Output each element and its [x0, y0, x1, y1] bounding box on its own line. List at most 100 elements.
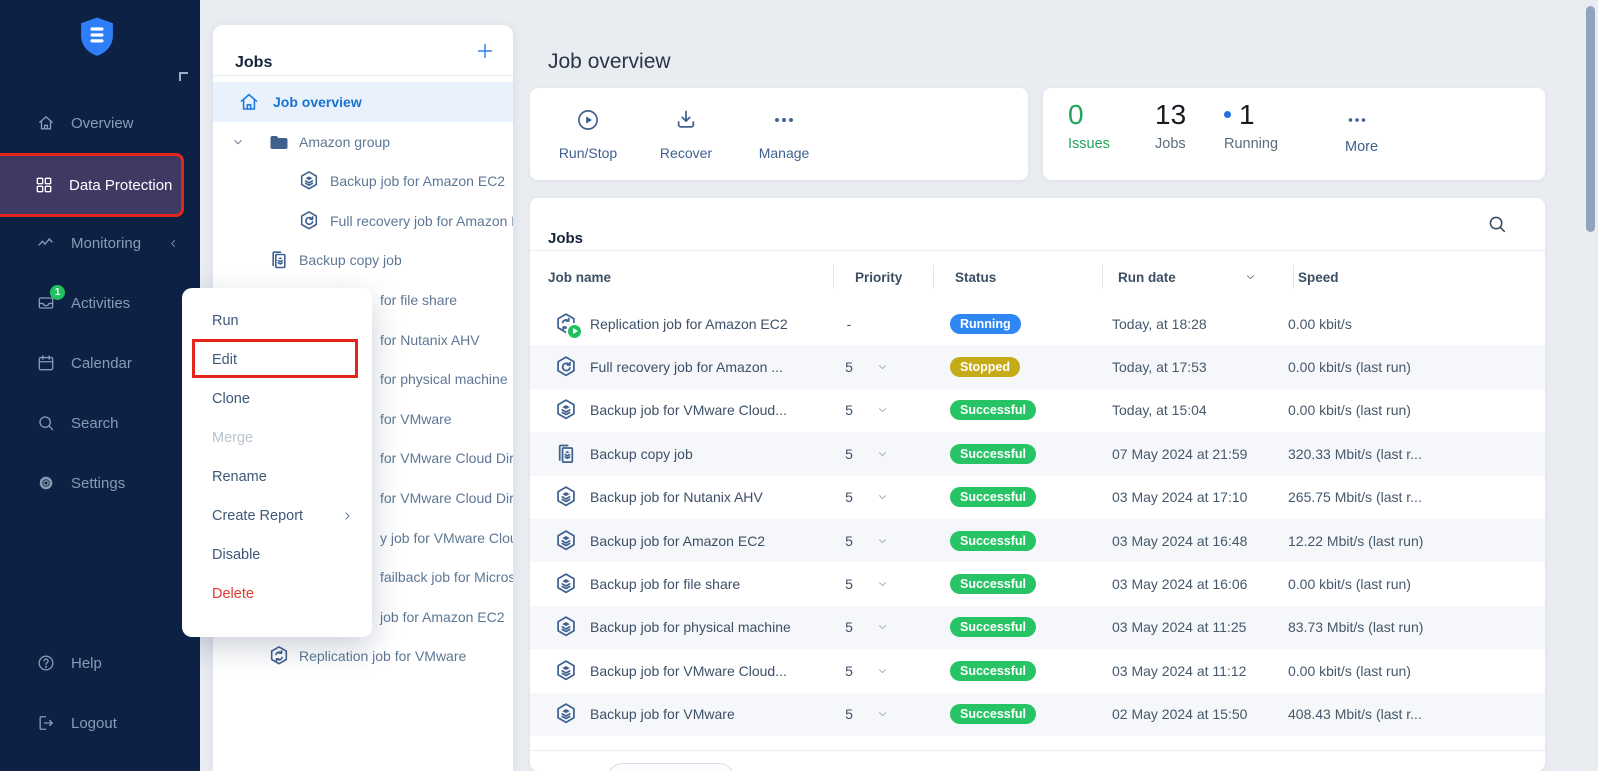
backup-icon-wrap: [297, 169, 321, 193]
sidebar-item-settings[interactable]: Settings: [0, 461, 200, 505]
table-row-backup-job-for-physical-machine[interactable]: Backup job for physical machine5Successf…: [530, 606, 1545, 649]
table-row-replication-job-for-amazon-ec2[interactable]: Replication job for Amazon EC2-RunningTo…: [530, 302, 1545, 345]
priority-value: 5: [835, 619, 863, 635]
stat-more[interactable]: More: [1345, 88, 1378, 180]
tree-item-label: Backup job for Amazon EC2: [330, 173, 505, 189]
manage-button[interactable]: Manage: [750, 107, 818, 161]
replication-icon-wrap: [267, 644, 291, 668]
menu-item-label: Delete: [212, 586, 254, 602]
table-row-backup-job-for-amazon-ec2[interactable]: Backup job for Amazon EC25Successful03 M…: [530, 519, 1545, 562]
sidebar-item-monitoring[interactable]: Monitoring: [0, 221, 200, 265]
priority-dropdown-chevron-icon[interactable]: [876, 708, 889, 721]
stat-label: Running: [1224, 136, 1278, 152]
tree-item-amazon-group[interactable]: Amazon group: [213, 122, 513, 162]
table-row-backup-job-for-file-share[interactable]: Backup job for file share5Successful03 M…: [530, 562, 1545, 605]
priority-dropdown-chevron-icon[interactable]: [876, 621, 889, 634]
sidebar-item-logout[interactable]: Logout: [0, 701, 200, 745]
stat-label: Jobs: [1155, 136, 1186, 152]
chev-down-icon: [876, 404, 889, 417]
table-row-backup-job-for-nutanix-ahv[interactable]: Backup job for Nutanix AHV5Successful03 …: [530, 476, 1545, 519]
sidebar-item-overview[interactable]: Overview: [0, 101, 200, 145]
chev-down-icon: [876, 447, 889, 460]
menu-item-rename[interactable]: Rename: [182, 457, 372, 496]
tree-item-label: job for Amazon EC2: [380, 609, 505, 625]
tree-item-replication-job-for-vmware[interactable]: Replication job for VMware: [213, 636, 513, 676]
tree-item-label: Full recovery job for Amazon E: [330, 213, 513, 229]
priority-dropdown-chevron-icon[interactable]: [876, 491, 889, 504]
column-header-run-date[interactable]: Run date: [1118, 251, 1176, 303]
download-icon-wrap: [673, 107, 699, 136]
priority-dropdown-chevron-icon[interactable]: [876, 534, 889, 547]
speed-value: 12.22 Mbit/s (last run): [1288, 533, 1423, 549]
job-name: Backup job for file share: [590, 576, 740, 592]
recover-button[interactable]: Recover: [652, 107, 720, 161]
column-header-priority[interactable]: Priority: [855, 251, 902, 303]
table-row-backup-job-for-vmware-cloud[interactable]: Backup job for VMware Cloud...5Successfu…: [530, 389, 1545, 432]
chev-right-icon: [340, 509, 354, 523]
priority-dropdown-chevron-icon[interactable]: [876, 578, 889, 591]
menu-item-label: Run: [212, 313, 239, 329]
column-header-speed[interactable]: Speed: [1298, 251, 1339, 303]
tree-item-full-recovery-job-for-amazon-e[interactable]: Full recovery job for Amazon E: [213, 201, 513, 241]
tree-item-label: Replication job for VMware: [299, 648, 466, 664]
menu-item-delete[interactable]: Delete: [182, 574, 372, 613]
table-search-button[interactable]: [1483, 210, 1511, 238]
run-date: 03 May 2024 at 16:48: [1112, 533, 1247, 549]
home-icon-wrap: [35, 112, 57, 134]
priority-dropdown-chevron-icon[interactable]: [876, 404, 889, 417]
menu-item-disable[interactable]: Disable: [182, 535, 372, 574]
priority-value: 5: [835, 446, 863, 462]
table-row-backup-job-for-vmware[interactable]: Backup job for VMware5Successful02 May 2…: [530, 693, 1545, 736]
job-name: Backup job for Amazon EC2: [590, 533, 765, 549]
table-row-full-recovery-job-for-amazon[interactable]: Full recovery job for Amazon ...5Stopped…: [530, 345, 1545, 388]
table-row-backup-copy-job[interactable]: Backup copy job5Successful07 May 2024 at…: [530, 432, 1545, 475]
backup-icon: [553, 397, 579, 423]
replication-icon: [267, 644, 291, 668]
tree-item-backup-copy-job[interactable]: Backup copy job: [213, 240, 513, 280]
priority-dropdown-chevron-icon[interactable]: [876, 664, 889, 677]
menu-item-run[interactable]: Run: [182, 301, 372, 340]
pagination-button[interactable]: [607, 763, 735, 771]
table-row-backup-job-for-vmware-cloud[interactable]: Backup job for VMware Cloud...5Successfu…: [530, 649, 1545, 692]
sidebar-item-help[interactable]: Help: [0, 641, 200, 685]
column-header-job-name[interactable]: Job name: [548, 251, 611, 303]
page-scrollbar-thumb[interactable]: [1586, 6, 1595, 232]
copy-icon-wrap: [553, 441, 579, 467]
menu-item-merge[interactable]: Merge: [182, 418, 372, 457]
sidebar-item-label: Logout: [71, 715, 117, 732]
table-header-row: Job name Priority Status Run date Speed: [530, 250, 1545, 303]
run-date: 07 May 2024 at 21:59: [1112, 446, 1247, 462]
chev-down-icon: [876, 621, 889, 634]
menu-item-create-report[interactable]: Create Report: [182, 496, 372, 535]
menu-item-label: Merge: [212, 430, 253, 446]
priority-dropdown-chevron-icon[interactable]: [876, 361, 889, 374]
collapse-chevron-left-icon[interactable]: [167, 237, 180, 250]
job-name: Backup job for Nutanix AHV: [590, 489, 763, 505]
expander-chevron-down-icon[interactable]: [231, 135, 245, 149]
priority-dropdown-chevron-icon[interactable]: [876, 447, 889, 460]
status-badge: Successful: [950, 574, 1036, 594]
speed-value: 408.43 Mbit/s (last r...: [1288, 706, 1422, 722]
stat-label: Issues: [1068, 136, 1110, 152]
sort-chevron-down-icon[interactable]: [1244, 271, 1257, 284]
add-job-button[interactable]: [473, 39, 497, 63]
sidebar-item-calendar[interactable]: Calendar: [0, 341, 200, 385]
sidebar-item-search[interactable]: Search: [0, 401, 200, 445]
column-header-status[interactable]: Status: [955, 251, 996, 303]
stat-jobs[interactable]: 13Jobs: [1155, 88, 1186, 180]
run-stop-button[interactable]: Run/Stop: [554, 107, 622, 161]
status-badge: Successful: [950, 661, 1036, 681]
tree-item-backup-job-for-amazon-ec2[interactable]: Backup job for Amazon EC2: [213, 161, 513, 201]
sidebar-item-data-protection[interactable]: Data Protection: [0, 153, 184, 217]
tree-item-job-overview[interactable]: Job overview: [213, 82, 513, 122]
sidebar-item-activities[interactable]: 1Activities: [0, 281, 200, 325]
search-icon: [36, 413, 56, 433]
stat-running[interactable]: 1Running: [1224, 88, 1278, 180]
tree-item-label: for file share: [380, 292, 457, 308]
menu-item-edit[interactable]: Edit: [182, 340, 372, 379]
run-date: Today, at 17:53: [1112, 359, 1207, 375]
status-badge: Successful: [950, 531, 1036, 551]
stat-issues[interactable]: 0Issues: [1068, 88, 1110, 180]
sidebar-corner-mark: [179, 72, 188, 81]
menu-item-clone[interactable]: Clone: [182, 379, 372, 418]
